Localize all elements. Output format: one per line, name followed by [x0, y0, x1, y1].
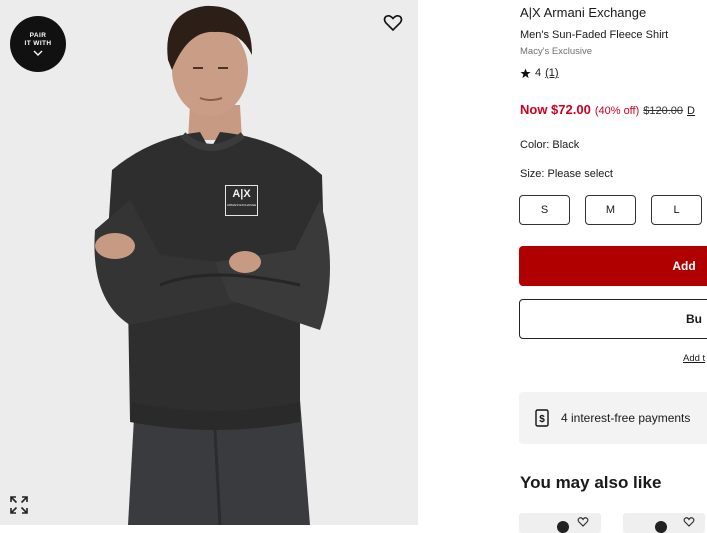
add-to-bag-button[interactable]: Add [519, 246, 707, 286]
recommendation-card[interactable] [519, 513, 601, 533]
payments-info[interactable]: $ 4 interest-free payments [519, 392, 707, 444]
chevron-down-icon [33, 50, 43, 56]
exclusive-label: Macy's Exclusive [520, 46, 593, 57]
product-image-panel: A|X ARMANI EXCHANGE PAIR IT WITH [0, 0, 418, 525]
price-row: Now $72.00 (40% off) $120.00 D [520, 102, 695, 117]
expand-image-button[interactable] [9, 495, 29, 515]
favorite-heart-button[interactable] [382, 12, 404, 34]
rating[interactable]: 4 (1) [520, 67, 559, 79]
rating-value: 4 [535, 67, 542, 79]
pair-badge-line1: PAIR [29, 32, 47, 39]
shirt-logo-sub: ARMANI EXCHANGE [226, 203, 257, 207]
discount-percent: (40% off) [594, 105, 640, 117]
pair-it-with-button[interactable]: PAIR IT WITH [10, 16, 66, 72]
product-photo [0, 0, 418, 525]
shirt-logo-mark: A|X [232, 188, 251, 200]
dollar-tag-icon: $ [535, 409, 549, 427]
size-option-s[interactable]: S [519, 195, 570, 225]
brand-name[interactable]: A|X Armani Exchange [520, 5, 646, 20]
buy-now-button[interactable]: Bu [519, 299, 707, 339]
expand-icon [10, 496, 28, 514]
recommendation-card[interactable] [623, 513, 705, 533]
review-count-link[interactable]: (1) [545, 67, 558, 79]
recommendations-title: You may also like [520, 473, 662, 492]
product-name: Men's Sun-Faded Fleece Shirt [520, 29, 669, 41]
size-option-l[interactable]: L [651, 195, 702, 225]
original-price: $120.00 [643, 105, 684, 117]
size-label: Size: Please select [520, 168, 613, 180]
recommendation-thumb [557, 517, 589, 533]
star-icon [520, 67, 531, 78]
payments-text: 4 interest-free payments [561, 411, 691, 425]
svg-text:$: $ [539, 414, 545, 425]
color-label: Color: Black [520, 139, 580, 151]
price-details-link[interactable]: D [687, 105, 695, 117]
shirt-logo: A|X ARMANI EXCHANGE [225, 185, 258, 216]
add-to-list-link[interactable]: Add t [683, 353, 705, 364]
recommendation-thumb [655, 517, 695, 533]
sale-price: Now $72.00 [520, 102, 591, 117]
size-option-m[interactable]: M [585, 195, 636, 225]
product-info-panel: A|X Armani Exchange Men's Sun-Faded Flee… [519, 0, 707, 533]
heart-icon [383, 15, 403, 32]
pair-badge-line2: IT WITH [24, 40, 52, 47]
